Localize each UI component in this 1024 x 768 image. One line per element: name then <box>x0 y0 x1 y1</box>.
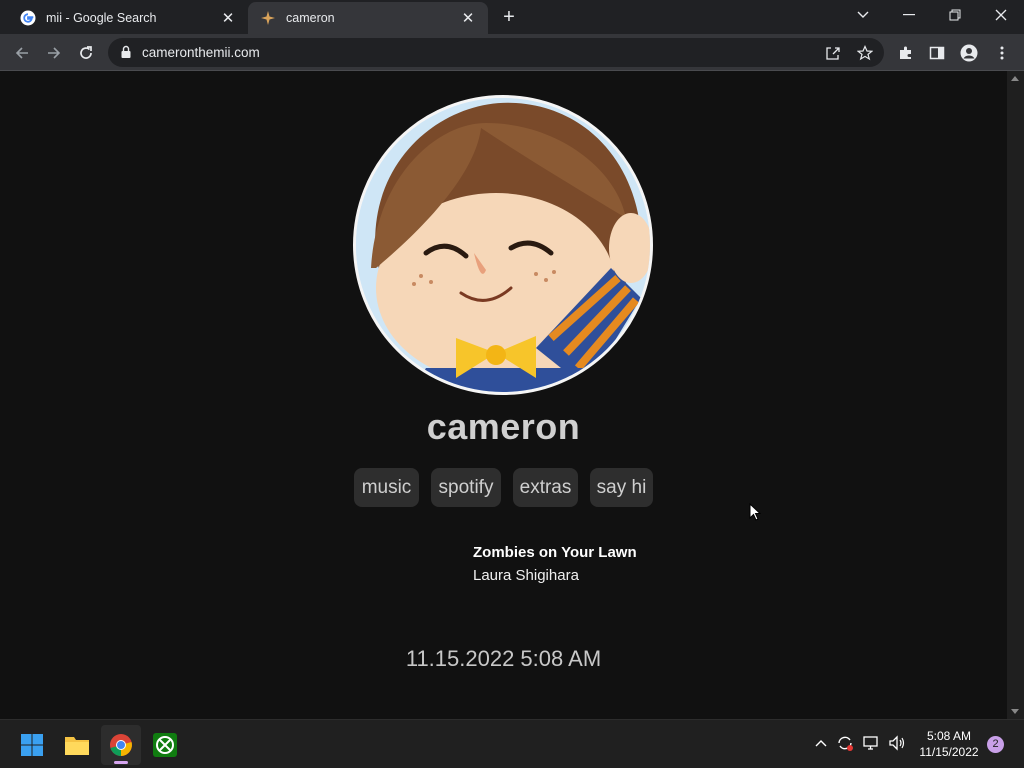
lock-icon[interactable] <box>120 45 132 64</box>
forward-button[interactable] <box>40 39 68 67</box>
page-datetime: 11.15.2022 5:08 AM <box>405 646 602 671</box>
song-artist: Laura Shigihara <box>473 567 579 584</box>
now-playing: Zombies on Your Lawn Laura Shigihara <box>473 544 637 584</box>
show-hidden-icons-button[interactable] <box>810 732 832 754</box>
puzzle-icon <box>900 46 911 59</box>
nav-music-button[interactable]: music <box>354 468 419 507</box>
browser-toolbar: cameronthemii.com <box>0 34 1024 71</box>
back-button[interactable] <box>8 39 36 67</box>
side-panel-button[interactable] <box>923 39 951 67</box>
windows-start-icon <box>21 734 43 756</box>
xbox-icon <box>153 733 177 757</box>
web-page: cameron music spotify extras say hi Zomb… <box>0 71 1007 719</box>
sync-icon <box>838 736 853 751</box>
minimize-icon <box>903 14 915 16</box>
volume-button[interactable] <box>886 732 908 754</box>
reload-icon <box>80 46 92 59</box>
scroll-up-icon[interactable] <box>1011 76 1019 81</box>
page-scrollbar[interactable] <box>1007 71 1024 719</box>
address-bar[interactable]: cameronthemii.com <box>108 38 884 67</box>
running-indicator <box>114 761 128 764</box>
system-clock[interactable]: 5:08 AM 11/15/2022 <box>914 728 984 760</box>
scroll-down-icon[interactable] <box>1011 709 1019 714</box>
close-tab-icon[interactable]: ✕ <box>220 10 236 27</box>
close-tab-icon[interactable]: ✕ <box>460 10 476 27</box>
close-icon <box>995 9 1007 21</box>
google-g-icon <box>20 10 36 26</box>
side-panel-icon <box>929 46 945 60</box>
nav-spotify-button[interactable]: spotify <box>431 468 501 507</box>
tab-google-search[interactable]: mii - Google Search ✕ <box>8 2 248 34</box>
profile-avatar <box>353 95 653 395</box>
nav-extras-button[interactable]: extras <box>513 468 578 507</box>
address-url: cameronthemii.com <box>142 45 260 60</box>
mouse-cursor-icon <box>749 502 762 526</box>
profile-icon <box>960 44 978 62</box>
tab-title: mii - Google Search <box>46 11 157 25</box>
tab-search-button[interactable] <box>840 0 886 30</box>
chrome-button[interactable] <box>101 725 141 765</box>
kebab-menu-icon <box>1000 46 1004 60</box>
file-explorer-button[interactable] <box>57 725 97 765</box>
nav-say-hi-button[interactable]: say hi <box>590 468 653 507</box>
back-arrow-icon <box>15 47 28 59</box>
chevron-down-icon <box>857 11 869 18</box>
reload-button[interactable] <box>72 39 100 67</box>
network-icon <box>863 736 878 750</box>
profile-button[interactable] <box>955 39 983 67</box>
system-date: 11/15/2022 <box>919 745 979 759</box>
extensions-button[interactable] <box>892 39 920 67</box>
start-button[interactable] <box>12 725 52 765</box>
chrome-icon <box>110 734 132 756</box>
notification-badge[interactable]: 2 <box>987 736 1004 753</box>
song-title: Zombies on Your Lawn <box>473 544 637 561</box>
menu-button[interactable] <box>988 39 1016 67</box>
page-title: cameron <box>426 406 581 447</box>
windows-taskbar: 5:08 AM 11/15/2022 2 <box>0 719 1024 768</box>
speaker-icon <box>889 735 905 751</box>
new-tab-button[interactable]: + <box>498 6 520 28</box>
file-explorer-icon <box>65 737 89 755</box>
close-window-button[interactable] <box>978 0 1024 30</box>
tab-cameron[interactable]: cameron ✕ <box>248 2 488 34</box>
chevron-up-icon <box>815 740 827 747</box>
restore-button[interactable] <box>932 0 978 30</box>
tab-title: cameron <box>286 11 335 25</box>
network-button[interactable] <box>861 732 883 754</box>
sync-status-button[interactable] <box>834 732 856 754</box>
xbox-button[interactable] <box>145 725 185 765</box>
forward-arrow-icon <box>48 47 61 59</box>
restore-icon <box>949 9 961 21</box>
minimize-button[interactable] <box>886 0 932 30</box>
browser-tab-strip: mii - Google Search ✕ cameron ✕ + <box>0 0 1024 34</box>
sparkle-icon <box>260 10 276 26</box>
system-time: 5:08 AM <box>926 729 972 743</box>
bookmark-star-icon[interactable] <box>856 44 874 62</box>
share-icon[interactable] <box>824 44 842 62</box>
